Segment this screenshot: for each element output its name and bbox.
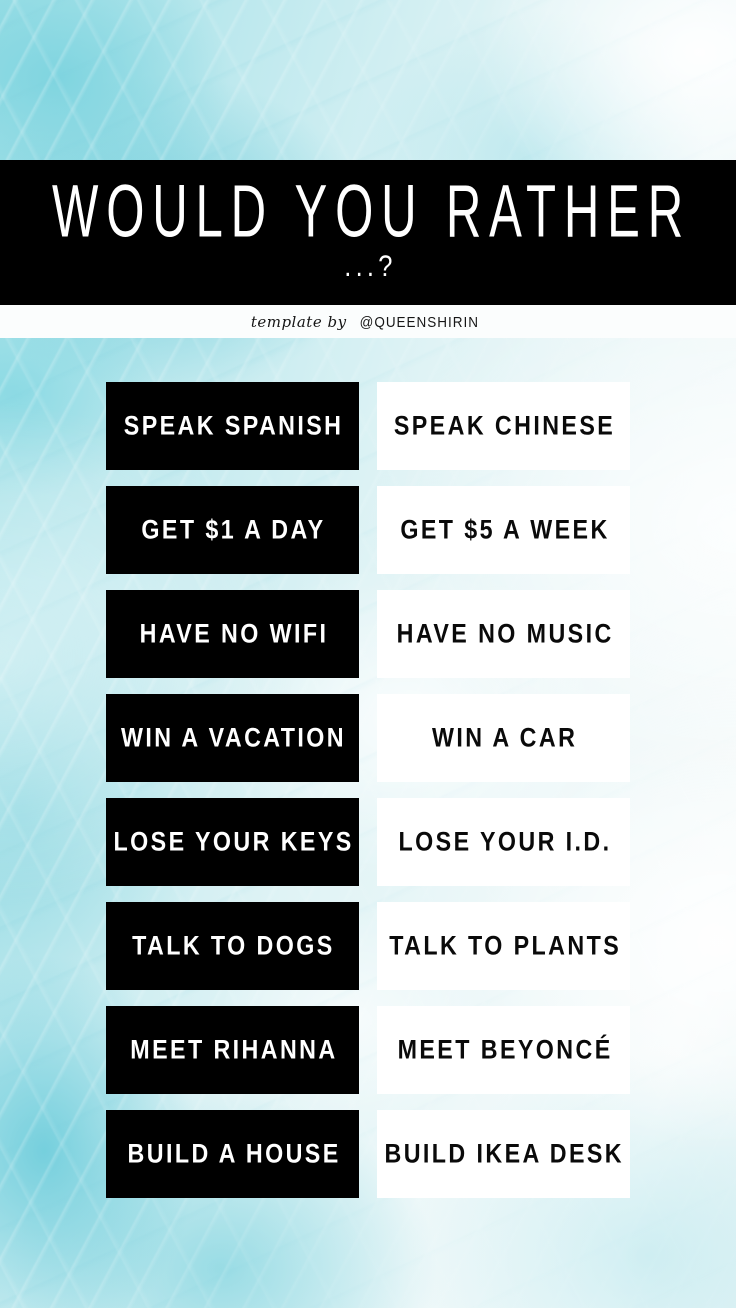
- option-left[interactable]: HAVE NO WIFI: [106, 590, 359, 678]
- option-row: MEET RIHANNA MEET BEYONCÉ: [0, 1006, 736, 1094]
- option-left[interactable]: MEET RIHANNA: [106, 1006, 359, 1094]
- option-row: HAVE NO WIFI HAVE NO MUSIC: [0, 590, 736, 678]
- option-right[interactable]: SPEAK CHINESE: [377, 382, 630, 470]
- option-left[interactable]: BUILD A HOUSE: [106, 1110, 359, 1198]
- option-right-label: MEET BEYONCÉ: [397, 1034, 613, 1065]
- option-left[interactable]: TALK TO DOGS: [106, 902, 359, 990]
- credit-banner: template by @QUEENSHIRIN: [0, 305, 736, 338]
- option-left-label: MEET RIHANNA: [130, 1034, 338, 1065]
- option-right-label: WIN A CAR: [432, 722, 578, 753]
- page-title: WOULD YOU RATHER: [52, 170, 692, 254]
- option-row: SPEAK SPANISH SPEAK CHINESE: [0, 382, 736, 470]
- credit-line: template by @QUEENSHIRIN: [251, 313, 485, 331]
- option-right-label: HAVE NO MUSIC: [396, 618, 614, 649]
- option-right-label: TALK TO PLANTS: [388, 930, 621, 961]
- options-list: SPEAK SPANISH SPEAK CHINESE GET $1 A DAY…: [0, 382, 736, 1214]
- option-right[interactable]: HAVE NO MUSIC: [377, 590, 630, 678]
- option-right[interactable]: GET $5 A WEEK: [377, 486, 630, 574]
- option-left-label: TALK TO DOGS: [132, 930, 335, 961]
- option-left-label: SPEAK SPANISH: [123, 410, 344, 441]
- option-row: GET $1 A DAY GET $5 A WEEK: [0, 486, 736, 574]
- would-you-rather-story-template: WOULD YOU RATHER ...? template by @QUEEN…: [0, 0, 736, 1308]
- option-left-label: WIN A VACATION: [121, 722, 347, 753]
- option-right-label: LOSE YOUR I.D.: [398, 826, 612, 857]
- option-left-label: LOSE YOUR KEYS: [113, 826, 354, 857]
- option-right[interactable]: WIN A CAR: [377, 694, 630, 782]
- option-left-label: HAVE NO WIFI: [139, 618, 329, 649]
- option-left[interactable]: WIN A VACATION: [106, 694, 359, 782]
- page-subtitle: ...?: [343, 250, 397, 284]
- credit-handle: @QUEENSHIRIN: [359, 313, 479, 331]
- option-row: WIN A VACATION WIN A CAR: [0, 694, 736, 782]
- option-row: LOSE YOUR KEYS LOSE YOUR I.D.: [0, 798, 736, 886]
- option-left[interactable]: GET $1 A DAY: [106, 486, 359, 574]
- header-banner: WOULD YOU RATHER ...?: [0, 160, 736, 305]
- option-right[interactable]: MEET BEYONCÉ: [377, 1006, 630, 1094]
- option-row: BUILD A HOUSE BUILD IKEA DESK: [0, 1110, 736, 1198]
- option-left[interactable]: LOSE YOUR KEYS: [106, 798, 359, 886]
- option-right[interactable]: LOSE YOUR I.D.: [377, 798, 630, 886]
- option-right-label: BUILD IKEA DESK: [384, 1138, 625, 1169]
- option-left-label: GET $1 A DAY: [141, 514, 326, 545]
- credit-prefix: template by: [250, 312, 347, 331]
- option-right-label: SPEAK CHINESE: [394, 410, 616, 441]
- option-left-label: BUILD A HOUSE: [127, 1138, 341, 1169]
- option-right[interactable]: BUILD IKEA DESK: [377, 1110, 630, 1198]
- option-row: TALK TO DOGS TALK TO PLANTS: [0, 902, 736, 990]
- option-right[interactable]: TALK TO PLANTS: [377, 902, 630, 990]
- option-right-label: GET $5 A WEEK: [400, 514, 610, 545]
- option-left[interactable]: SPEAK SPANISH: [106, 382, 359, 470]
